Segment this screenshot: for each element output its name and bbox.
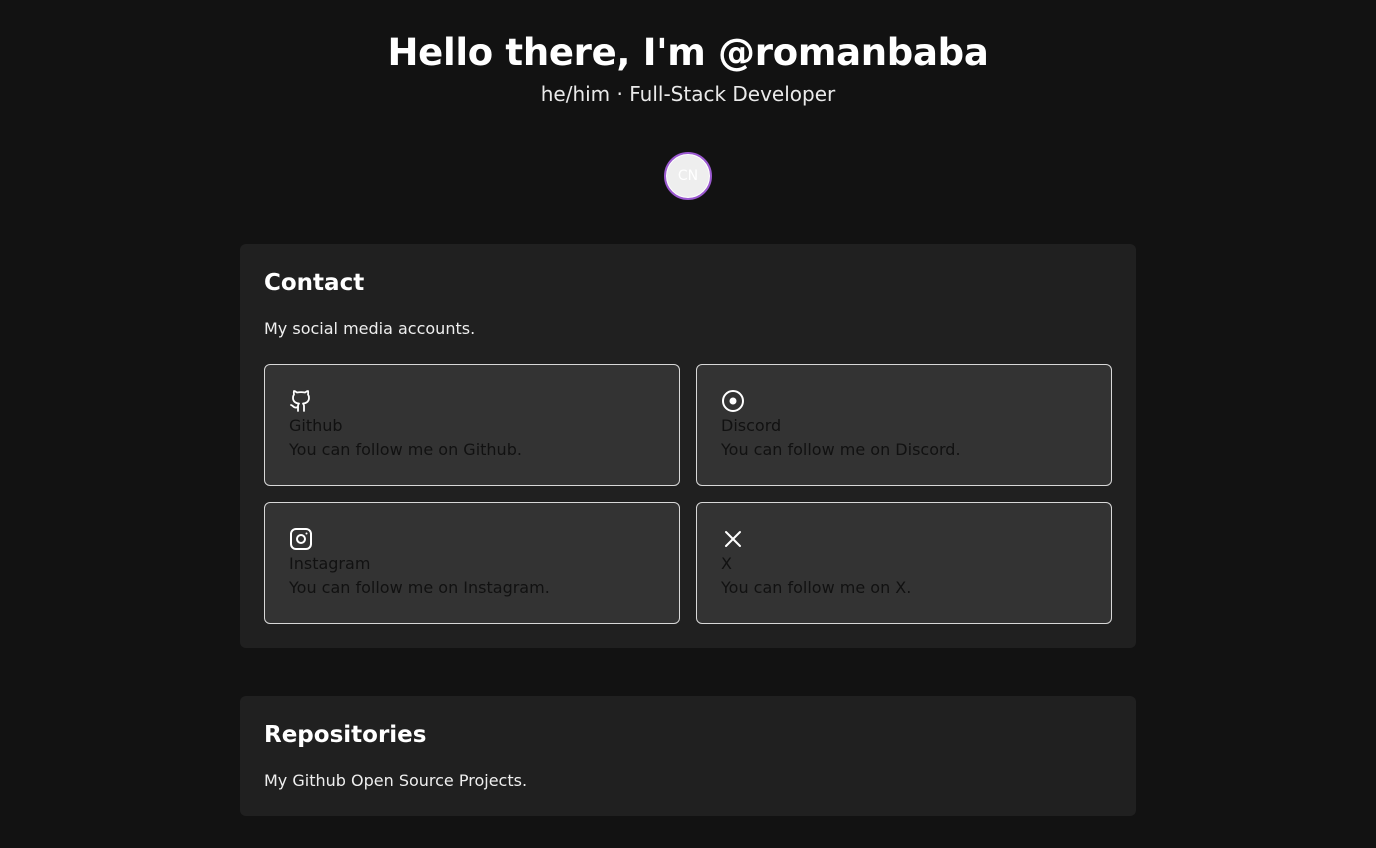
discord-link-name: Discord xyxy=(721,416,782,435)
instagram-icon xyxy=(289,527,313,551)
profile-page: Hello there, I'm @romanbaba he/him · Ful… xyxy=(0,0,1376,848)
repositories-section: Repositories My Github Open Source Proje… xyxy=(240,696,1136,816)
x-link-text: You can follow me on X. xyxy=(721,578,912,597)
github-link-name: Github xyxy=(289,416,343,435)
repositories-title: Repositories xyxy=(264,722,427,748)
avatar-initials: CN xyxy=(677,168,699,184)
instagram-link-name: Instagram xyxy=(289,554,371,573)
github-icon xyxy=(289,389,313,413)
contact-section: Contact My social media accounts. Github… xyxy=(240,244,1136,648)
discord-link-card[interactable]: Discord You can follow me on Discord. xyxy=(696,364,1112,486)
x-icon xyxy=(721,527,745,551)
instagram-link-card[interactable]: Instagram You can follow me on Instagram… xyxy=(264,502,680,624)
page-title: Hello there, I'm @romanbaba xyxy=(387,31,989,74)
avatar: CN xyxy=(664,152,712,200)
instagram-link-text: You can follow me on Instagram. xyxy=(289,578,550,597)
x-link-name: X xyxy=(721,554,732,573)
x-link-card[interactable]: X You can follow me on X. xyxy=(696,502,1112,624)
discord-link-text: You can follow me on Discord. xyxy=(721,440,961,459)
page-subtitle: he/him · Full-Stack Developer xyxy=(540,82,836,106)
github-link-text: You can follow me on Github. xyxy=(289,440,522,459)
repositories-description: My Github Open Source Projects. xyxy=(264,771,528,790)
contact-description: My social media accounts. xyxy=(264,319,476,338)
discord-icon xyxy=(721,389,745,413)
contact-title: Contact xyxy=(264,270,365,296)
github-link-card[interactable]: Github You can follow me on Github. xyxy=(264,364,680,486)
